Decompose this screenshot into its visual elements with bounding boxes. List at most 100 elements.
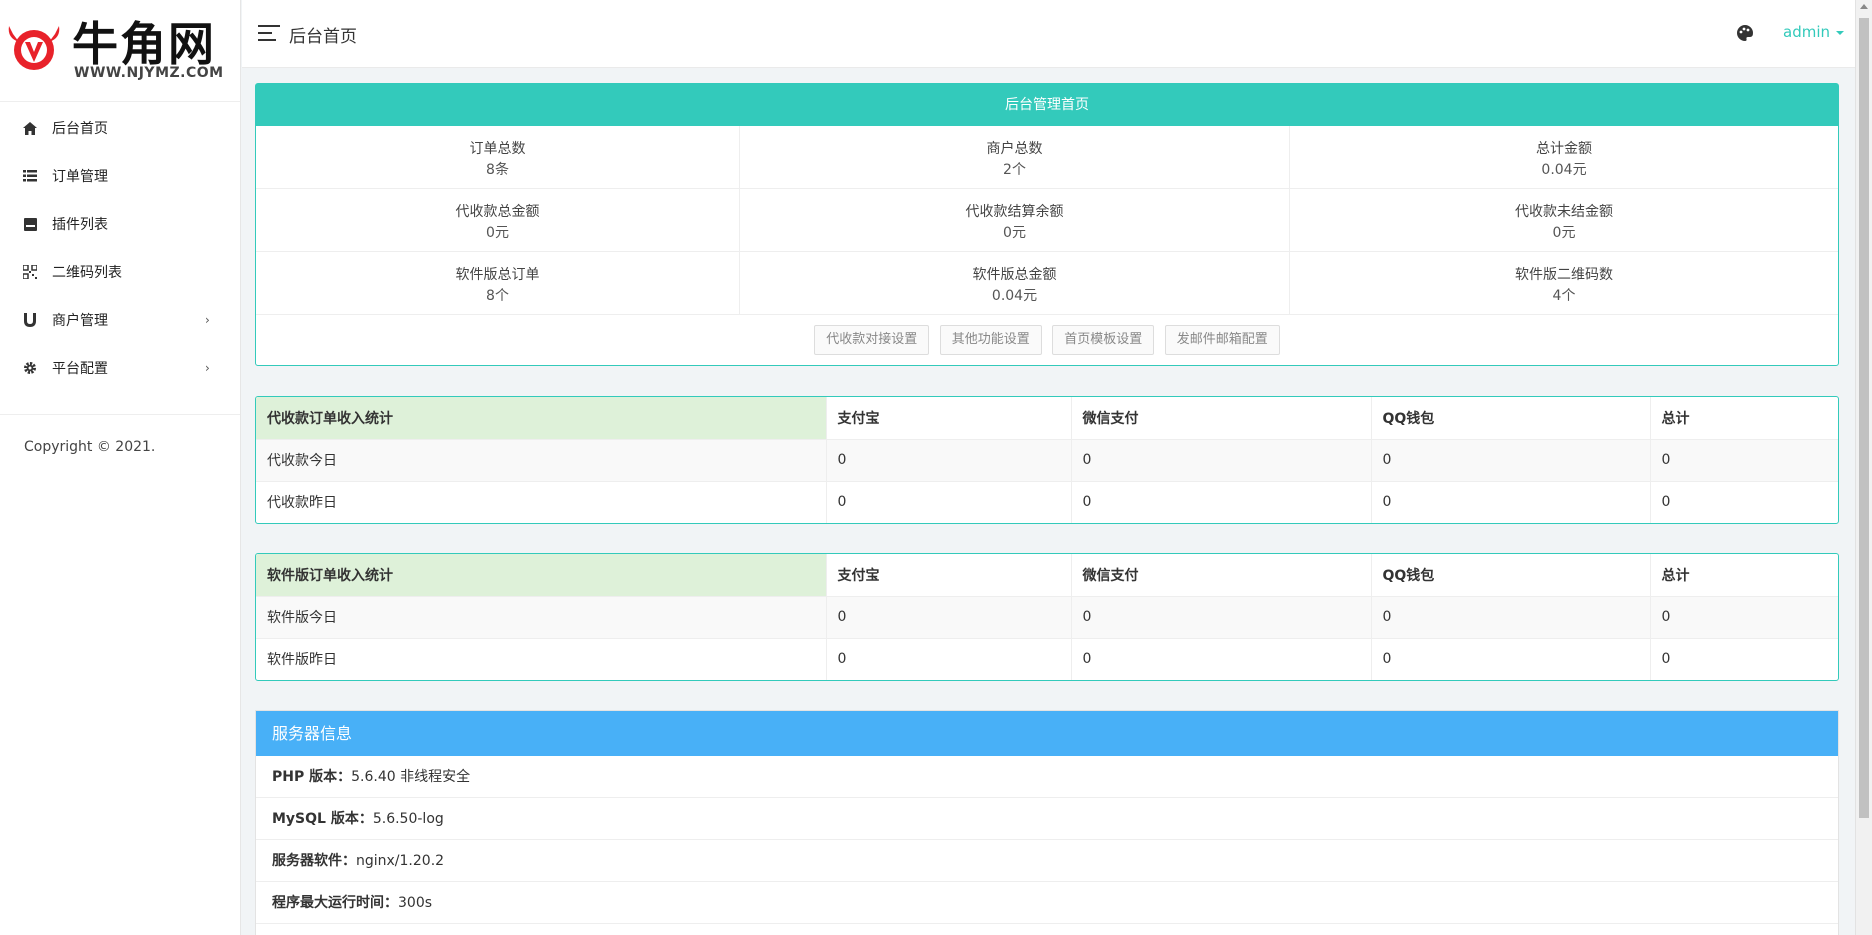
stat-value: 0元: [1552, 225, 1576, 241]
table-cell: 0: [1371, 596, 1651, 639]
table-row: 代收款昨日 0 0 0 0: [256, 481, 1838, 523]
table-cell: 0: [1661, 651, 1671, 668]
sidebar-item-label: 平台配置: [52, 361, 108, 377]
table-header-cell: 总计: [1650, 397, 1838, 440]
stats-grid: 订单总数 8条 商户总数 2个 总计金额 0.04元 代收款总金额 0元 代收款结算余额…: [256, 126, 1838, 315]
stat-label: 商户总数: [986, 141, 1043, 157]
logo[interactable]: 牛角网 WWW.NJYMZ.COM: [0, 0, 240, 102]
sidebar-item-orders[interactable]: 订单管理: [0, 152, 240, 200]
plugin-icon: [22, 216, 38, 232]
scrollbar-thumb[interactable]: [1859, 18, 1869, 818]
table-row: 软件版昨日 0 0 0 0: [256, 638, 1838, 680]
sidebar-menu: 后台首页 订单管理 插件列表 二维码列表 商户管理 › 平台配置 ›: [0, 102, 240, 392]
table-header-cell: 软件版订单收入统计: [256, 554, 827, 597]
table-header-row: 软件版订单收入统计 支付宝 微信支付 QQ钱包 总计: [256, 554, 1838, 597]
stat-cell: 代收款未结金额 0元: [1290, 189, 1838, 252]
server-info-row: 程序最大运行时间：300s: [256, 882, 1838, 924]
settings-buttons: 代收款对接设置 其他功能设置 首页模板设置 发邮件邮箱配置: [256, 315, 1838, 355]
magnet-icon: [22, 312, 38, 328]
table-cell: 0: [1071, 439, 1372, 482]
table-cell: 软件版昨日: [256, 638, 827, 680]
stat-label: 总计金额: [1536, 141, 1592, 157]
stat-value: 2个: [1003, 162, 1026, 178]
chevron-right-icon: ›: [205, 361, 210, 375]
table-row: 软件版今日 0 0 0 0: [256, 596, 1838, 639]
menu-toggle-icon[interactable]: [258, 25, 280, 41]
sidebar-item-platform-config[interactable]: 平台配置 ›: [0, 344, 240, 392]
stat-label: 软件版总金额: [972, 267, 1057, 283]
server-info-value: 300s: [398, 895, 433, 911]
table-cell: 0: [826, 638, 1072, 680]
qrcode-icon: [22, 264, 38, 280]
user-menu[interactable]: admin: [1783, 23, 1844, 41]
stat-value: 0元: [486, 225, 509, 241]
stat-cell: 商户总数 2个: [740, 126, 1290, 189]
stat-value: 0.04元: [991, 288, 1038, 304]
table-header-row: 代收款订单收入统计 支付宝 微信支付 QQ钱包 总计: [256, 397, 1838, 440]
table-cell: 软件版今日: [256, 596, 827, 639]
server-info-title: 服务器信息: [256, 711, 1838, 756]
sidebar-item-plugins[interactable]: 插件列表: [0, 200, 240, 248]
mail-config-button[interactable]: 发邮件邮箱配置: [1164, 325, 1280, 355]
list-icon: [22, 168, 38, 184]
table-header-cell: QQ钱包: [1371, 397, 1651, 440]
scroll-up-arrow-icon[interactable]: [1860, 4, 1868, 9]
stat-cell: 总计金额 0.04元: [1290, 126, 1838, 189]
table-header-cell: 微信支付: [1071, 554, 1372, 597]
sidebar-item-home[interactable]: 后台首页: [0, 104, 240, 152]
table-cell: 0: [1071, 638, 1372, 680]
home-template-settings-button[interactable]: 首页模板设置: [1052, 325, 1155, 355]
server-info-row: MySQL 版本：5.6.50-log: [256, 798, 1838, 840]
stat-cell: 代收款总金额 0元: [256, 189, 740, 252]
stat-label: 代收款结算余额: [965, 204, 1064, 220]
brand-url: WWW.NJYMZ.COM: [74, 65, 224, 81]
table-header-cell: 代收款订单收入统计: [256, 397, 827, 440]
table-cell: 0: [1371, 439, 1651, 482]
sidebar-item-merchants[interactable]: 商户管理 ›: [0, 296, 240, 344]
table-cell: 代收款昨日: [256, 481, 827, 523]
caret-down-icon: [1836, 30, 1844, 35]
stat-cell: 软件版总金额 0.04元: [740, 252, 1290, 315]
table-cell: 0: [826, 481, 1072, 523]
stat-cell: 订单总数 8条: [256, 126, 740, 189]
sidebar: 牛角网 WWW.NJYMZ.COM 后台首页 订单管理 插件列表 二维码列表 商…: [0, 0, 241, 935]
sidebar-item-qrcodes[interactable]: 二维码列表: [0, 248, 240, 296]
overview-title: 后台管理首页: [256, 84, 1838, 126]
server-info-value: 5.6.40 非线程安全: [351, 769, 471, 785]
palette-icon[interactable]: [1736, 24, 1754, 46]
software-income-table: 软件版订单收入统计 支付宝 微信支付 QQ钱包 总计 软件版今日 0 0 0 0…: [255, 553, 1839, 681]
server-info-value: nginx/1.20.2: [356, 853, 445, 869]
home-icon: [22, 120, 38, 136]
table-cell: 代收款今日: [256, 439, 827, 482]
server-info-panel: 服务器信息 PHP 版本：5.6.40 非线程安全 MySQL 版本：5.6.5…: [255, 710, 1839, 935]
copyright: Copyright © 2021.: [24, 439, 156, 455]
topbar: 后台首页 admin: [242, 0, 1872, 68]
server-info-row: PHP 版本：5.6.40 非线程安全: [256, 756, 1838, 798]
collect-api-settings-button[interactable]: 代收款对接设置: [814, 325, 930, 355]
stat-value: 0.04元: [1541, 162, 1587, 178]
table-row: 代收款今日 0 0 0 0: [256, 439, 1838, 482]
server-info-value: 5.6.50-log: [372, 811, 444, 827]
table-header-cell: 支付宝: [826, 397, 1072, 440]
stat-value: 8个: [486, 288, 509, 304]
table-cell: 0: [826, 439, 1072, 482]
table-cell: 0: [1371, 481, 1651, 523]
chevron-right-icon: ›: [205, 313, 210, 327]
user-name: admin: [1783, 23, 1830, 41]
table-header-cell: 微信支付: [1071, 397, 1372, 440]
other-settings-button[interactable]: 其他功能设置: [939, 325, 1042, 355]
table-header-cell: 总计: [1650, 554, 1838, 597]
stat-label: 代收款未结金额: [1515, 204, 1613, 220]
page-title: 后台首页: [289, 27, 357, 47]
brand-name: 牛角网: [72, 17, 216, 71]
server-info-label: 服务器软件：: [272, 853, 356, 869]
sidebar-item-label: 二维码列表: [52, 265, 122, 281]
table-cell: 0: [1661, 494, 1671, 511]
table-cell: 0: [1650, 596, 1838, 639]
stat-cell: 软件版总订单 8个: [256, 252, 740, 315]
stat-cell: 代收款结算余额 0元: [740, 189, 1290, 252]
page-scrollbar[interactable]: [1855, 0, 1872, 935]
stat-value: 0元: [1003, 225, 1026, 241]
gear-icon: [22, 360, 38, 376]
sidebar-item-label: 订单管理: [52, 169, 108, 185]
